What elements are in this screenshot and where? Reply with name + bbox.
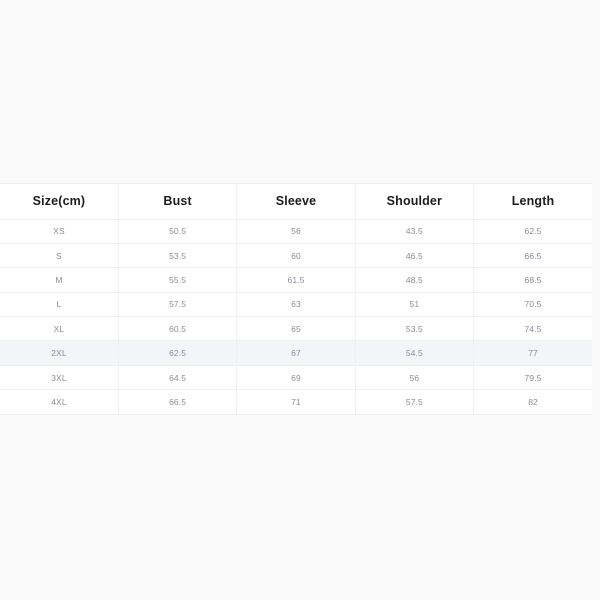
cell-length: 74.5	[474, 317, 592, 341]
cell-bust: 53.5	[118, 243, 236, 267]
cell-bust: 57.5	[118, 292, 236, 316]
cell-shoulder: 56	[355, 365, 473, 389]
table-header: Size(cm) Bust Sleeve Shoulder Length	[0, 184, 592, 219]
table-row: XS 50.5 56 43.5 62.5	[0, 219, 592, 243]
cell-sleeve: 65	[237, 317, 355, 341]
cell-sleeve: 63	[237, 292, 355, 316]
cell-size: 2XL	[0, 341, 118, 365]
column-header-length: Length	[474, 184, 592, 219]
cell-bust: 50.5	[118, 219, 236, 243]
cell-size: 3XL	[0, 365, 118, 389]
table-row: S 53.5 60 46.5 66.5	[0, 243, 592, 267]
cell-sleeve: 60	[237, 243, 355, 267]
cell-shoulder: 54.5	[355, 341, 473, 365]
cell-sleeve: 56	[237, 219, 355, 243]
cell-size: M	[0, 268, 118, 292]
cell-shoulder: 53.5	[355, 317, 473, 341]
cell-shoulder: 48.5	[355, 268, 473, 292]
cell-size: S	[0, 243, 118, 267]
cell-sleeve: 69	[237, 365, 355, 389]
column-header-shoulder: Shoulder	[355, 184, 473, 219]
column-header-sleeve: Sleeve	[237, 184, 355, 219]
table-row: L 57.5 63 51 70.5	[0, 292, 592, 316]
cell-bust: 66.5	[118, 390, 236, 414]
cell-shoulder: 43.5	[355, 219, 473, 243]
cell-length: 77	[474, 341, 592, 365]
table-row: 3XL 64.5 69 56 79.5	[0, 365, 592, 389]
table-header-row: Size(cm) Bust Sleeve Shoulder Length	[0, 184, 592, 219]
column-header-bust: Bust	[118, 184, 236, 219]
table-row: M 55.5 61.5 48.5 68.5	[0, 268, 592, 292]
cell-size: L	[0, 292, 118, 316]
cell-length: 70.5	[474, 292, 592, 316]
table-row: 4XL 66.5 71 57.5 82	[0, 390, 592, 414]
cell-sleeve: 67	[237, 341, 355, 365]
cell-length: 66.5	[474, 243, 592, 267]
cell-shoulder: 46.5	[355, 243, 473, 267]
column-header-size: Size(cm)	[0, 184, 118, 219]
size-chart-table: Size(cm) Bust Sleeve Shoulder Length XS …	[0, 184, 592, 414]
size-chart-container: Size(cm) Bust Sleeve Shoulder Length XS …	[0, 183, 592, 415]
cell-bust: 62.5	[118, 341, 236, 365]
table-body: XS 50.5 56 43.5 62.5 S 53.5 60 46.5 66.5…	[0, 219, 592, 414]
cell-length: 62.5	[474, 219, 592, 243]
cell-size: XL	[0, 317, 118, 341]
cell-size: XS	[0, 219, 118, 243]
cell-bust: 64.5	[118, 365, 236, 389]
cell-shoulder: 51	[355, 292, 473, 316]
table-row-highlighted: 2XL 62.5 67 54.5 77	[0, 341, 592, 365]
cell-size: 4XL	[0, 390, 118, 414]
cell-sleeve: 61.5	[237, 268, 355, 292]
cell-bust: 60.5	[118, 317, 236, 341]
cell-sleeve: 71	[237, 390, 355, 414]
cell-bust: 55.5	[118, 268, 236, 292]
cell-length: 68.5	[474, 268, 592, 292]
page-root: Size(cm) Bust Sleeve Shoulder Length XS …	[0, 0, 600, 600]
cell-shoulder: 57.5	[355, 390, 473, 414]
table-row: XL 60.5 65 53.5 74.5	[0, 317, 592, 341]
cell-length: 79.5	[474, 365, 592, 389]
cell-length: 82	[474, 390, 592, 414]
